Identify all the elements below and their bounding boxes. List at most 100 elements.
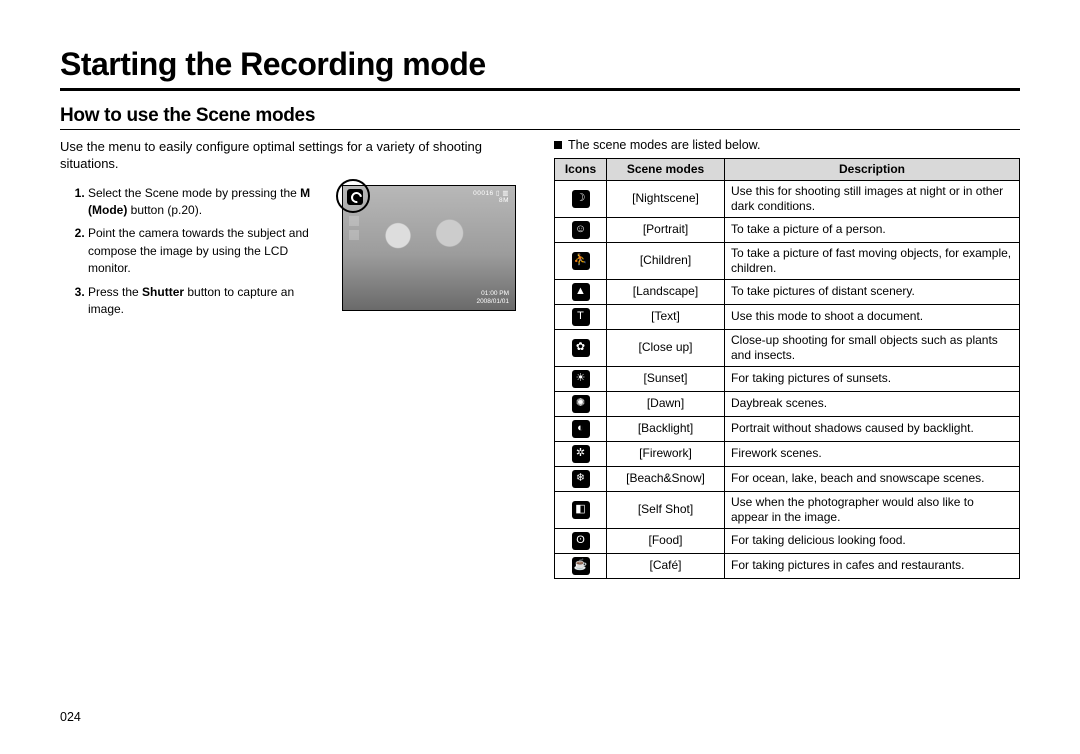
title-rule <box>60 88 1020 91</box>
table-row: ʘ [Food]For taking delicious looking food… <box>555 528 1020 553</box>
scene-desc-cell: To take a picture of fast moving objects… <box>725 242 1020 279</box>
scene-name-cell: [Self Shot] <box>607 491 725 528</box>
table-row: ✿[Close up]Close-up shooting for small o… <box>555 329 1020 366</box>
scene-icon: ◐ <box>572 420 590 438</box>
table-row: ✲ [Firework]Firework scenes. <box>555 441 1020 466</box>
th-icons: Icons <box>555 158 607 180</box>
scene-desc-cell: For taking pictures of sunsets. <box>725 366 1020 391</box>
scene-icon-cell: ✲ <box>555 441 607 466</box>
scene-desc-cell: For taking delicious looking food. <box>725 528 1020 553</box>
scene-lead-text: The scene modes are listed below. <box>568 138 760 152</box>
table-row: ☀ [Sunset]For taking pictures of sunsets. <box>555 366 1020 391</box>
scene-icon: ✺ <box>572 395 590 413</box>
scene-icon-cell: T <box>555 304 607 329</box>
scene-icon-cell: ⛹ <box>555 242 607 279</box>
left-column: Use the menu to easily configure optimal… <box>60 138 526 579</box>
scene-desc-cell: Use this mode to shoot a document. <box>725 304 1020 329</box>
section-subtitle: How to use the Scene modes <box>60 105 1020 130</box>
step-list: Select the Scene mode by pressing the M … <box>60 185 330 325</box>
right-column: The scene modes are listed below. Icons … <box>554 138 1020 579</box>
scene-name-cell: [Dawn] <box>607 391 725 416</box>
step-2: Point the camera towards the subject and… <box>88 225 330 277</box>
scene-desc-cell: Use when the photographer would also lik… <box>725 491 1020 528</box>
table-row: ▲ [Landscape]To take pictures of distant … <box>555 279 1020 304</box>
scene-icon-cell: ☀ <box>555 366 607 391</box>
scene-modes-table: Icons Scene modes Description ☽ [Nightsce… <box>554 158 1020 579</box>
scene-name-cell: [Sunset] <box>607 366 725 391</box>
scene-icon: ▲ <box>572 283 590 301</box>
lcd-side-icons <box>349 216 361 244</box>
table-row: ☽ [Nightscene]Use this for shooting still… <box>555 180 1020 217</box>
table-row: ❄ [Beach&Snow]For ocean, lake, beach and … <box>555 466 1020 491</box>
scene-name-cell: [Children] <box>607 242 725 279</box>
scene-icon-cell: ❄ <box>555 466 607 491</box>
scene-name-cell: [Firework] <box>607 441 725 466</box>
manual-page: Starting the Recording mode How to use t… <box>0 0 1080 754</box>
scene-name-cell: [Text] <box>607 304 725 329</box>
lcd-osd-top: 00016 ▯ ▥ 8M <box>473 190 509 206</box>
scene-lead: The scene modes are listed below. <box>554 138 1020 152</box>
scene-icon-cell: ◐ <box>555 416 607 441</box>
two-column-layout: Use the menu to easily configure optimal… <box>60 138 1020 579</box>
scene-desc-cell: Firework scenes. <box>725 441 1020 466</box>
scene-icon: ⛹ <box>572 252 590 270</box>
table-row: ⛹ [Children]To take a picture of fast mov… <box>555 242 1020 279</box>
bullet-square-icon <box>554 141 562 149</box>
scene-icon: T <box>572 308 590 326</box>
scene-name-cell: [Beach&Snow] <box>607 466 725 491</box>
lcd-osd-bottom: 01:00 PM 2008/01/01 <box>476 290 509 306</box>
scene-icon: ❄ <box>572 470 590 488</box>
scene-icon: ☺ <box>572 221 590 239</box>
scene-desc-cell: For taking pictures in cafes and restaur… <box>725 553 1020 578</box>
scene-name-cell: [Café] <box>607 553 725 578</box>
intro-text: Use the menu to easily configure optimal… <box>60 138 526 173</box>
scene-name-cell: [Close up] <box>607 329 725 366</box>
scene-icon: ☽ <box>572 190 590 208</box>
scene-icon-cell: ☕ <box>555 553 607 578</box>
scene-desc-cell: To take a picture of a person. <box>725 217 1020 242</box>
th-modes: Scene modes <box>607 158 725 180</box>
lcd-illustration-wrap: 00016 ▯ ▥ 8M 01:00 PM 2008/01/01 <box>342 185 516 311</box>
scene-icon-cell: ☺ <box>555 217 607 242</box>
scene-icon-cell: ◧ <box>555 491 607 528</box>
scene-icon-cell: ▲ <box>555 279 607 304</box>
table-row: ☕ [Café]For taking pictures in cafes and … <box>555 553 1020 578</box>
table-row: ◧ [Self Shot]Use when the photographer wo… <box>555 491 1020 528</box>
step-1: Select the Scene mode by pressing the M … <box>88 185 330 220</box>
scene-name-cell: [Backlight] <box>607 416 725 441</box>
table-row: ◐ [Backlight]Portrait without shadows cau… <box>555 416 1020 441</box>
scene-desc-cell: To take pictures of distant scenery. <box>725 279 1020 304</box>
table-header-row: Icons Scene modes Description <box>555 158 1020 180</box>
th-desc: Description <box>725 158 1020 180</box>
scene-icon-cell: ☽ <box>555 180 607 217</box>
step-3: Press the Shutter button to capture an i… <box>88 284 330 319</box>
scene-icon-cell: ✿ <box>555 329 607 366</box>
scene-icon: ✿ <box>572 339 590 357</box>
scene-name-cell: [Portrait] <box>607 217 725 242</box>
step-1a: Select the Scene mode by pressing the <box>88 186 300 200</box>
step-1c: button (p.20). <box>127 203 202 217</box>
scene-name-cell: [Food] <box>607 528 725 553</box>
scene-desc-cell: Daybreak scenes. <box>725 391 1020 416</box>
scene-name-cell: [Nightscene] <box>607 180 725 217</box>
scene-icon: ✲ <box>572 445 590 463</box>
table-row: ✺ [Dawn]Daybreak scenes. <box>555 391 1020 416</box>
scene-desc-cell: For ocean, lake, beach and snowscape sce… <box>725 466 1020 491</box>
page-title: Starting the Recording mode <box>60 48 1020 82</box>
scene-icon: ʘ <box>572 532 590 550</box>
left-body: Select the Scene mode by pressing the M … <box>60 185 526 325</box>
step-3a: Press the <box>88 285 142 299</box>
lcd-date: 2008/01/01 <box>476 298 509 306</box>
scene-icon-cell: ✺ <box>555 391 607 416</box>
scene-name-cell: [Landscape] <box>607 279 725 304</box>
step-3b: Shutter <box>142 285 184 299</box>
scene-icon-cell: ʘ <box>555 528 607 553</box>
scene-icon: ☀ <box>572 370 590 388</box>
page-number: 024 <box>60 710 81 724</box>
scene-desc-cell: Use this for shooting still images at ni… <box>725 180 1020 217</box>
scene-desc-cell: Portrait without shadows caused by backl… <box>725 416 1020 441</box>
table-row: ☺ [Portrait]To take a picture of a person… <box>555 217 1020 242</box>
scene-icon: ☕ <box>572 557 590 575</box>
lcd-time: 01:00 PM <box>476 290 509 298</box>
scene-icon: ◧ <box>572 501 590 519</box>
